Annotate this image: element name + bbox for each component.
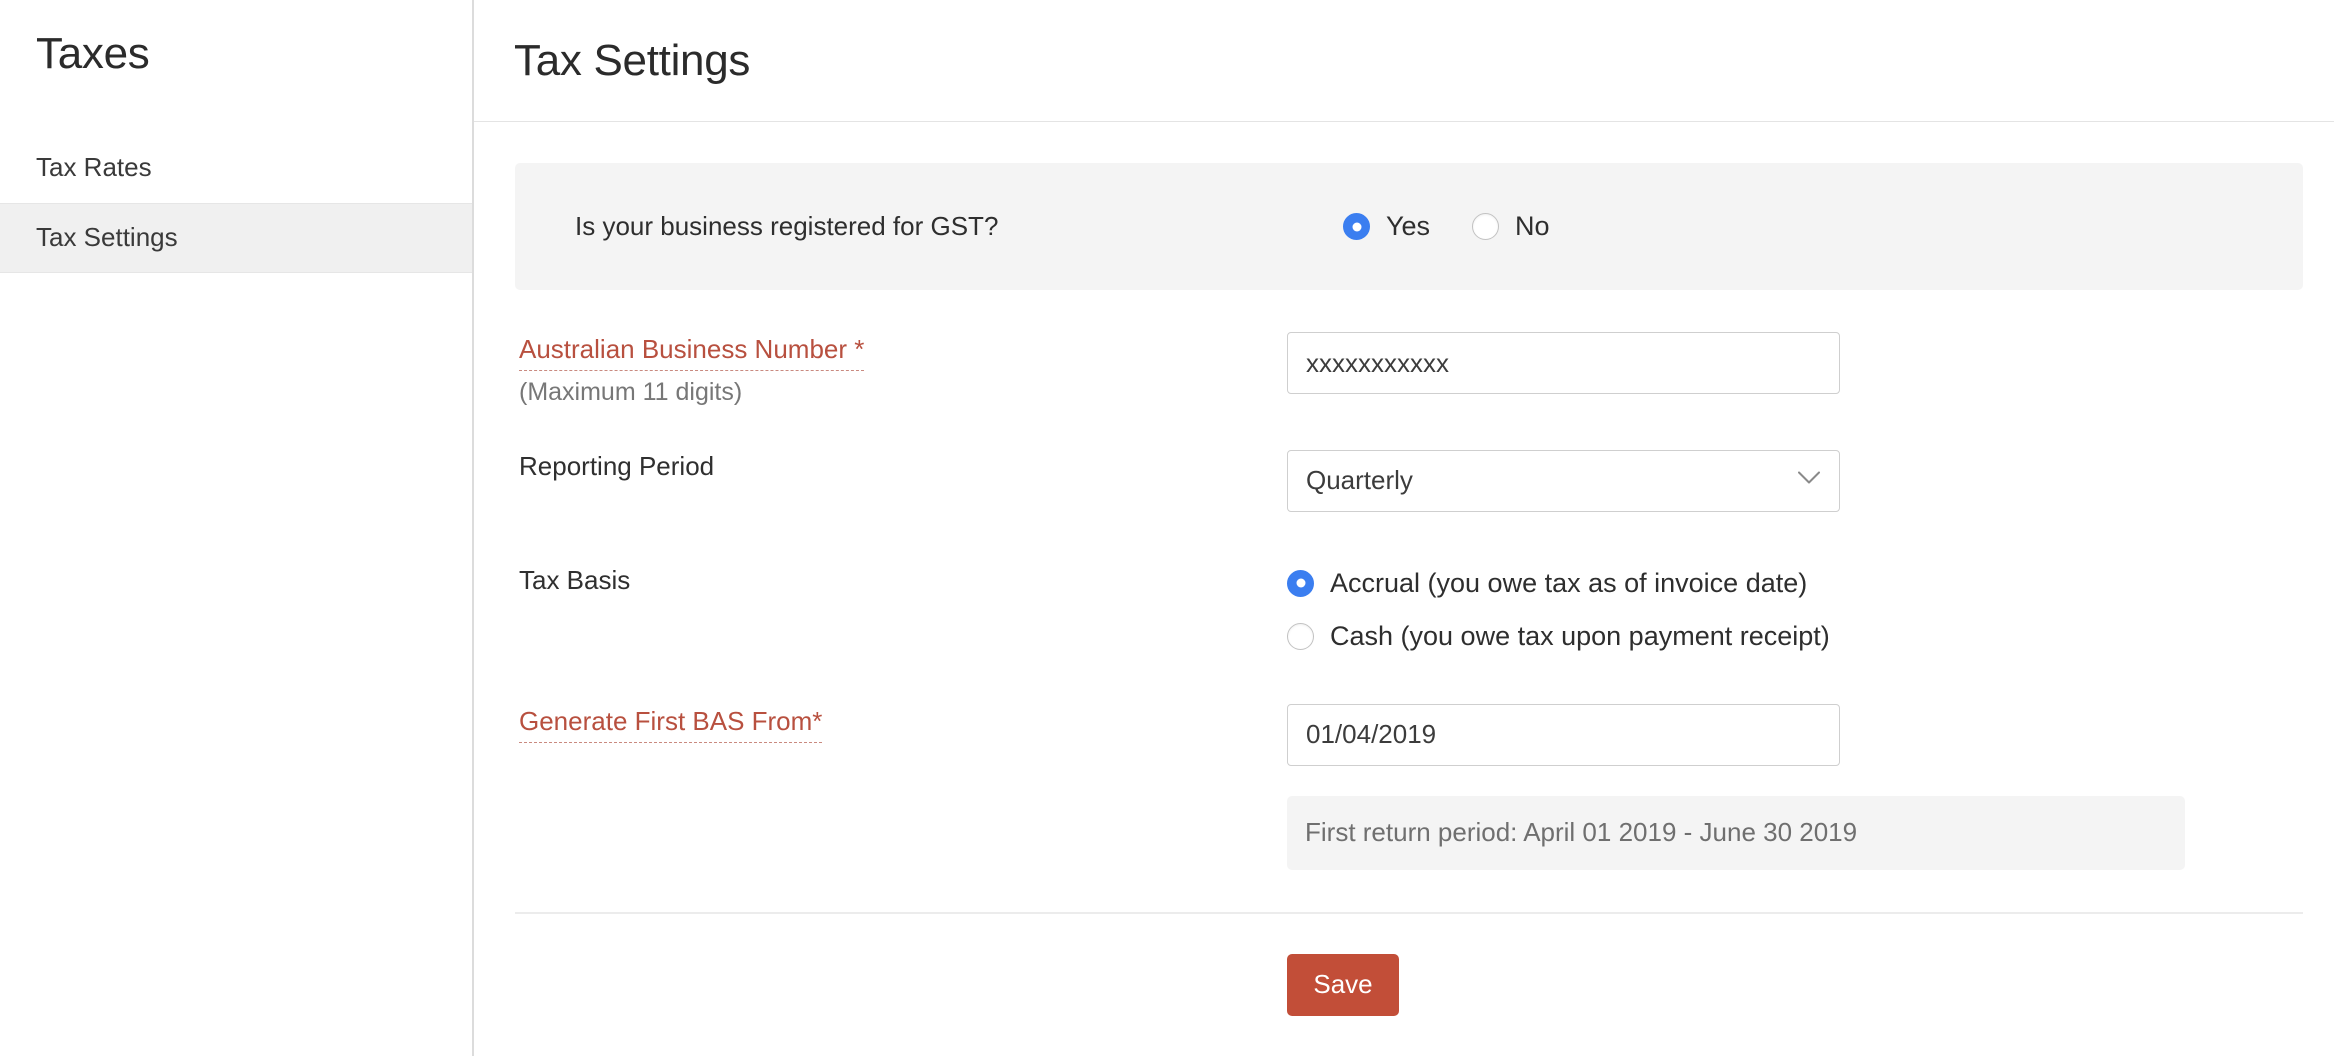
reporting-period-label: Reporting Period	[519, 450, 1287, 484]
gst-option-yes-label: Yes	[1386, 211, 1430, 242]
abn-field-col	[1287, 332, 2334, 394]
tax-basis-label: Tax Basis	[519, 564, 1287, 598]
page-title: Tax Settings	[514, 36, 750, 86]
gst-option-no[interactable]: No	[1472, 211, 1550, 242]
gst-option-yes[interactable]: Yes	[1343, 211, 1430, 242]
first-bas-label: Generate First BAS From*	[519, 704, 822, 743]
main-content: Tax Settings Is your business registered…	[474, 0, 2334, 1056]
tax-basis-option-accrual-label: Accrual (you owe tax as of invoice date)	[1330, 568, 1807, 599]
sidebar-title: Taxes	[0, 0, 472, 81]
main-header: Tax Settings	[474, 0, 2334, 122]
reporting-period-field-col: Quarterly	[1287, 450, 2334, 512]
reporting-period-value: Quarterly	[1306, 465, 1413, 496]
gst-radio-group: Yes No	[1343, 211, 1550, 242]
field-row-reporting-period: Reporting Period Quarterly	[515, 450, 2334, 512]
abn-label: Australian Business Number *	[519, 332, 864, 371]
tax-basis-label-col: Tax Basis	[515, 564, 1287, 598]
form-field-list: Australian Business Number * (Maximum 11…	[515, 332, 2334, 1016]
gst-question-label: Is your business registered for GST?	[575, 211, 1255, 242]
radio-unselected-icon[interactable]	[1472, 213, 1499, 240]
sidebar-item-label: Tax Settings	[36, 222, 178, 253]
field-row-first-bas: Generate First BAS From*	[515, 704, 2334, 766]
form-divider	[515, 912, 2303, 914]
settings-form: Is your business registered for GST? Yes…	[474, 122, 2334, 1016]
form-actions: Save	[1287, 954, 2334, 1016]
first-bas-field-col	[1287, 704, 2334, 766]
field-row-abn: Australian Business Number * (Maximum 11…	[515, 332, 2334, 409]
sidebar-item-tax-rates[interactable]: Tax Rates	[0, 133, 472, 203]
tax-basis-radio-group: Accrual (you owe tax as of invoice date)…	[1287, 564, 2334, 652]
abn-input[interactable]	[1287, 332, 1840, 394]
gst-registration-panel: Is your business registered for GST? Yes…	[515, 163, 2303, 290]
tax-basis-option-cash[interactable]: Cash (you owe tax upon payment receipt)	[1287, 621, 2334, 652]
reporting-period-select[interactable]: Quarterly	[1287, 450, 1840, 512]
tax-basis-option-cash-label: Cash (you owe tax upon payment receipt)	[1330, 621, 1830, 652]
reporting-period-select-wrap: Quarterly	[1287, 450, 1840, 512]
first-return-period-text: First return period: April 01 2019 - Jun…	[1305, 817, 1857, 848]
gst-option-no-label: No	[1515, 211, 1550, 242]
sidebar-item-tax-settings[interactable]: Tax Settings	[0, 203, 472, 273]
first-return-period-info: First return period: April 01 2019 - Jun…	[1287, 796, 2185, 870]
abn-hint: (Maximum 11 digits)	[519, 376, 1287, 409]
first-bas-date-input[interactable]	[1287, 704, 1840, 766]
field-row-tax-basis: Tax Basis Accrual (you owe tax as of inv…	[515, 564, 2334, 652]
tax-basis-option-accrual[interactable]: Accrual (you owe tax as of invoice date)	[1287, 568, 2334, 599]
sidebar: Taxes Tax Rates Tax Settings	[0, 0, 474, 1056]
tax-settings-page: Taxes Tax Rates Tax Settings Tax Setting…	[0, 0, 2334, 1056]
save-button[interactable]: Save	[1287, 954, 1399, 1016]
abn-label-col: Australian Business Number * (Maximum 11…	[515, 332, 1287, 409]
tax-basis-field-col: Accrual (you owe tax as of invoice date)…	[1287, 564, 2334, 652]
sidebar-nav: Tax Rates Tax Settings	[0, 133, 472, 273]
radio-unselected-icon[interactable]	[1287, 623, 1314, 650]
radio-selected-icon[interactable]	[1287, 570, 1314, 597]
radio-selected-icon[interactable]	[1343, 213, 1370, 240]
first-bas-label-col: Generate First BAS From*	[515, 704, 1287, 743]
sidebar-item-label: Tax Rates	[36, 152, 152, 183]
reporting-period-label-col: Reporting Period	[515, 450, 1287, 484]
